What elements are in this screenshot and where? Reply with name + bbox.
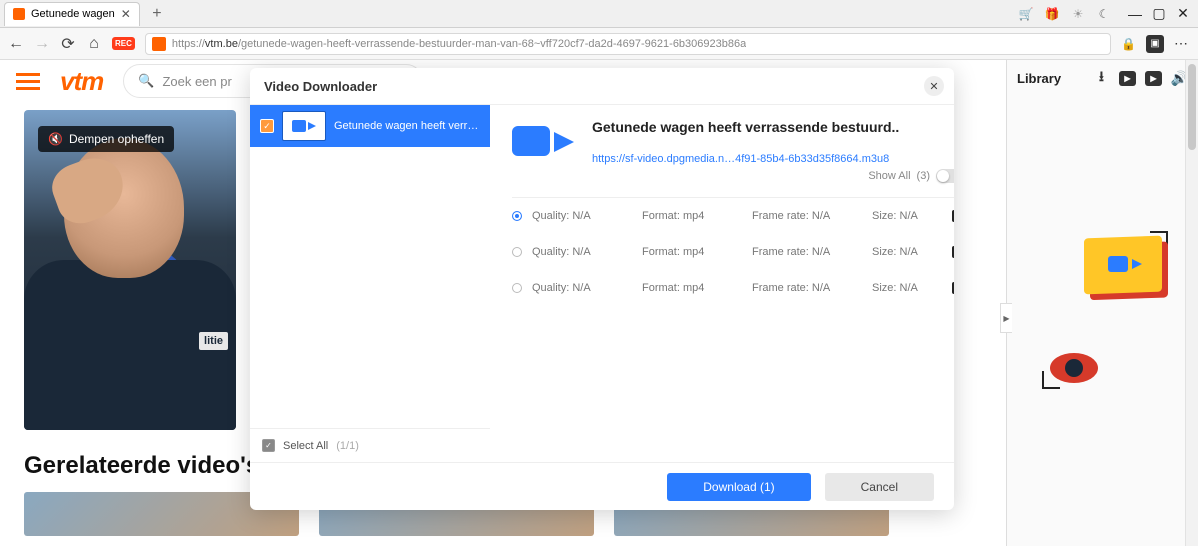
format-row[interactable]: Quality: N/A Format: mp4 Frame rate: N/A Si… bbox=[512, 270, 954, 306]
playlist-lib-icon[interactable]: ▶ bbox=[1145, 71, 1162, 86]
select-all-row[interactable]: ✓ Select All (1/1) bbox=[250, 428, 490, 462]
format-format: Format: mp4 bbox=[642, 210, 742, 222]
format-radio[interactable] bbox=[512, 211, 522, 221]
format-quality: Quality: N/A bbox=[532, 246, 632, 258]
tab-title: Getunede wagen bbox=[31, 8, 115, 20]
new-tab-button[interactable]: + bbox=[146, 3, 168, 25]
format-list: Quality: N/A Format: mp4 Frame rate: N/A Si… bbox=[512, 197, 954, 306]
search-icon: 🔍 bbox=[138, 73, 154, 89]
uniform-badge: litie bbox=[199, 332, 228, 350]
library-collapse-icon[interactable]: ▶ bbox=[1000, 303, 1012, 333]
camera-icon bbox=[1108, 253, 1142, 275]
library-scrollbar[interactable] bbox=[1185, 60, 1198, 546]
source-checkbox[interactable]: ✓ bbox=[260, 119, 274, 133]
search-placeholder: Zoek een pr bbox=[162, 74, 231, 89]
window-maximize-icon[interactable]: ▢ bbox=[1152, 7, 1166, 21]
library-panel: ▶ Library ⭳ ▶ ▶ 🔊 bbox=[1006, 60, 1198, 546]
format-size: Size: N/A bbox=[872, 282, 942, 294]
format-format: Format: mp4 bbox=[642, 246, 742, 258]
format-framerate: Frame rate: N/A bbox=[752, 282, 862, 294]
select-all-checkbox[interactable]: ✓ bbox=[262, 439, 275, 452]
downloader-close-icon[interactable]: ✕ bbox=[924, 76, 944, 96]
tab-bar: Getunede wagen ✕ + 🛒 🎁 ☀ ☾ — ▢ ✕ bbox=[0, 0, 1198, 28]
format-size: Size: N/A bbox=[872, 210, 942, 222]
tab-favicon bbox=[13, 8, 25, 20]
format-row[interactable]: Quality: N/A Format: mp4 Frame rate: N/A Si… bbox=[512, 198, 954, 234]
video-lib-icon[interactable]: ▶ bbox=[1119, 71, 1136, 86]
mute-label: Dempen opheffen bbox=[69, 132, 164, 146]
back-icon[interactable]: ← bbox=[8, 36, 24, 52]
format-framerate: Frame rate: N/A bbox=[752, 246, 862, 258]
download-tray-icon[interactable]: ⭳ bbox=[1093, 71, 1110, 86]
format-download-icon[interactable]: ▶ bbox=[952, 282, 954, 294]
detail-source-url[interactable]: https://sf-video.dpgmedia.n…4f91-85b4-6b… bbox=[592, 153, 954, 165]
url-toolbar: ← → ⟳ ⌂ REC https://vtm.be/getunede-wage… bbox=[0, 28, 1198, 60]
tabbar-right-icons: 🛒 🎁 ☀ ☾ — ▢ ✕ bbox=[1018, 6, 1198, 22]
video-downloader-panel: Video Downloader ✕ ✓ Getunede wagen heef… bbox=[250, 68, 954, 510]
show-all-label: Show All bbox=[868, 170, 910, 182]
sun-icon[interactable]: ☀ bbox=[1070, 6, 1086, 22]
mute-icon: 🔇 bbox=[48, 132, 63, 146]
format-size: Size: N/A bbox=[872, 246, 942, 258]
format-radio[interactable] bbox=[512, 283, 522, 293]
show-all-count: (3) bbox=[917, 170, 930, 182]
show-all-toggle[interactable] bbox=[936, 169, 954, 183]
select-all-label: Select All bbox=[283, 440, 328, 452]
video-player[interactable]: litie 🔇 Dempen opheffen bbox=[24, 110, 236, 430]
menu-dots-icon[interactable]: ⋯ bbox=[1174, 35, 1190, 52]
forward-icon[interactable]: → bbox=[34, 36, 50, 52]
extension-icon[interactable]: ▣ bbox=[1146, 35, 1164, 53]
camera-icon bbox=[292, 118, 316, 134]
moon-icon[interactable]: ☾ bbox=[1096, 6, 1112, 22]
select-all-count: (1/1) bbox=[336, 440, 359, 452]
cancel-button[interactable]: Cancel bbox=[825, 473, 934, 501]
site-logo[interactable]: vtm bbox=[60, 66, 103, 97]
download-button[interactable]: Download (1) bbox=[667, 473, 810, 501]
downloader-title: Video Downloader bbox=[250, 68, 954, 104]
lock-icon[interactable]: 🔒 bbox=[1121, 37, 1136, 51]
library-title: Library bbox=[1017, 71, 1061, 86]
format-quality: Quality: N/A bbox=[532, 282, 632, 294]
gift-icon[interactable]: 🎁 bbox=[1044, 6, 1060, 22]
url-text: https://vtm.be/getunede-wagen-heeft-verr… bbox=[172, 38, 746, 50]
window-close-icon[interactable]: ✕ bbox=[1176, 7, 1190, 21]
window-minimize-icon[interactable]: — bbox=[1128, 7, 1142, 21]
detail-title: Getunede wagen heeft verrassende bestuur… bbox=[592, 119, 954, 135]
format-radio[interactable] bbox=[512, 247, 522, 257]
unmute-button[interactable]: 🔇 Dempen opheffen bbox=[38, 126, 174, 152]
video-still: litie bbox=[24, 110, 236, 430]
downloader-source-list: ✓ Getunede wagen heeft verrassen... ✓ Se… bbox=[250, 105, 490, 462]
cart-icon[interactable]: 🛒 bbox=[1018, 6, 1034, 22]
format-quality: Quality: N/A bbox=[532, 210, 632, 222]
address-bar[interactable]: https://vtm.be/getunede-wagen-heeft-verr… bbox=[145, 33, 1111, 55]
format-download-icon[interactable]: ▶ bbox=[952, 246, 954, 258]
record-badge[interactable]: REC bbox=[112, 37, 135, 50]
format-framerate: Frame rate: N/A bbox=[752, 210, 862, 222]
source-item[interactable]: ✓ Getunede wagen heeft verrassen... bbox=[250, 105, 490, 147]
source-thumb bbox=[282, 111, 326, 141]
browser-tab[interactable]: Getunede wagen ✕ bbox=[4, 2, 140, 26]
url-favicon bbox=[152, 37, 166, 51]
reload-icon[interactable]: ⟳ bbox=[60, 36, 76, 52]
format-download-icon[interactable]: ▶ bbox=[952, 210, 954, 222]
format-row[interactable]: Quality: N/A Format: mp4 Frame rate: N/A Si… bbox=[512, 234, 954, 270]
format-format: Format: mp4 bbox=[642, 282, 742, 294]
library-empty-state bbox=[1007, 96, 1198, 546]
tab-close-icon[interactable]: ✕ bbox=[121, 7, 131, 21]
hamburger-icon[interactable] bbox=[16, 73, 40, 90]
source-title: Getunede wagen heeft verrassen... bbox=[334, 120, 480, 132]
home-icon[interactable]: ⌂ bbox=[86, 36, 102, 52]
detail-camera-icon bbox=[512, 120, 574, 164]
